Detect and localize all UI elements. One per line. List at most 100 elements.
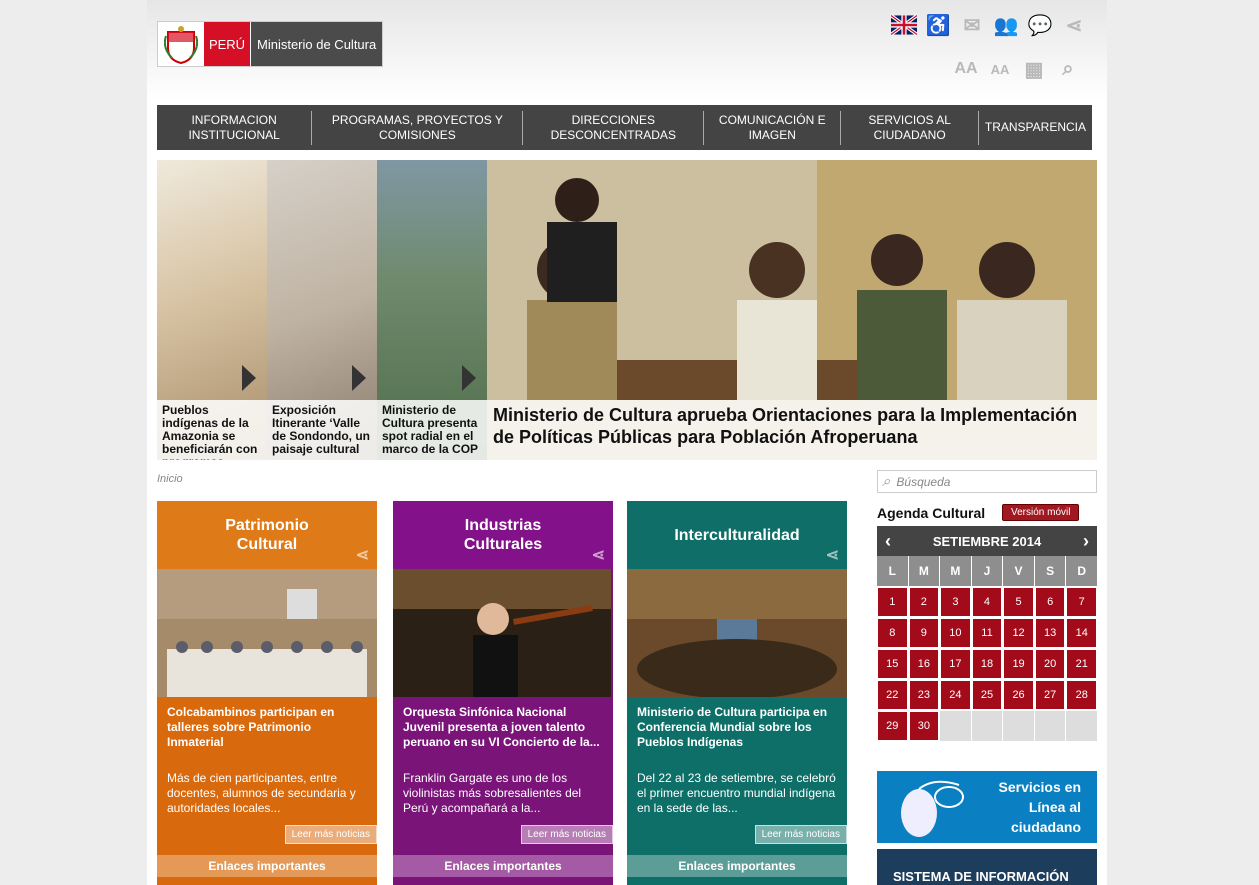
calendar-day[interactable]: 2 — [908, 587, 940, 617]
card-photo[interactable] — [157, 569, 377, 697]
nav-comunicacion[interactable]: COMUNICACIÓN E IMAGEN — [704, 110, 842, 145]
calendar-day[interactable]: 16 — [908, 649, 940, 679]
calendar-day[interactable]: 5 — [1003, 587, 1034, 617]
arrow-right-icon — [462, 365, 476, 391]
calendar-day[interactable]: 3 — [940, 587, 971, 617]
slider-thumb[interactable]: Exposición Itinerante ‘Valle de Sondondo… — [267, 160, 377, 460]
mobile-version-button[interactable]: Versión móvil — [1002, 504, 1080, 521]
font-increase-icon[interactable]: AA — [953, 56, 979, 82]
card-news-title[interactable]: Ministerio de Cultura participa en Confe… — [627, 697, 847, 771]
card-photo[interactable] — [393, 569, 613, 697]
card-photo[interactable] — [627, 569, 847, 697]
card-industrias: Industrias Culturales ⋖ Orquesta Sinfónic… — [393, 501, 613, 885]
read-more-button[interactable]: Leer más noticias — [284, 825, 377, 844]
share-icon[interactable]: ⋖ — [1061, 12, 1087, 38]
calendar-day[interactable]: 1 — [877, 587, 908, 617]
slider-thumb[interactable]: Pueblos indígenas de la Amazonia se bene… — [157, 160, 267, 460]
calendar-day[interactable]: 22 — [877, 680, 908, 710]
calendar-day[interactable]: 27 — [1034, 680, 1066, 710]
mouse-icon — [901, 780, 964, 837]
card-news-title[interactable]: Colcabambinos participan en talleres sob… — [157, 697, 377, 771]
calendar-day[interactable]: 23 — [908, 680, 940, 710]
card-interculturalidad: Interculturalidad ⋖ Ministerio de Cultura… — [627, 501, 847, 885]
card-heading[interactable]: Patrimonio Cultural — [197, 516, 337, 554]
accessibility-icon[interactable]: ♿ — [925, 12, 951, 38]
sitemap-icon[interactable]: ▦ — [1021, 56, 1047, 82]
calendar-day[interactable]: 19 — [1003, 649, 1034, 679]
share-icon[interactable]: ⋖ — [592, 546, 605, 565]
chat-icon[interactable]: 💬 — [1027, 12, 1053, 38]
sistema-banner-label: SISTEMA DE INFORMACIÓN — [893, 869, 1069, 884]
weekday-label: M — [940, 556, 971, 586]
card-news-title[interactable]: Orquesta Sinfónica Nacional Juvenil pres… — [393, 697, 613, 771]
calendar-day[interactable]: 25 — [971, 680, 1003, 710]
search-input[interactable]: ⌕ Búsqueda — [877, 470, 1097, 493]
calendar-day[interactable]: 11 — [971, 618, 1003, 648]
weekday-label: S — [1034, 556, 1066, 586]
calendar-day[interactable]: 18 — [971, 649, 1003, 679]
calendar-day[interactable]: 30 — [908, 711, 940, 741]
weekday-label: V — [1003, 556, 1034, 586]
nav-programas[interactable]: PROGRAMAS, PROYECTOS Y COMISIONES — [312, 110, 524, 145]
weekday-label: M — [908, 556, 940, 586]
top-tools: ♿ ✉ 👥 💬 ⋖ — [891, 12, 1087, 38]
uk-flag-icon[interactable] — [891, 12, 917, 38]
prev-month-icon[interactable]: ‹ — [885, 531, 891, 552]
zoom-icon[interactable]: ⌕ — [1055, 56, 1081, 82]
calendar-day[interactable]: 8 — [877, 618, 908, 648]
calendar-day[interactable]: 26 — [1003, 680, 1034, 710]
important-links[interactable]: Enlaces importantes — [627, 855, 847, 877]
calendar-day[interactable]: 10 — [940, 618, 971, 648]
site-logo[interactable]: PERÚ Ministerio de Cultura — [157, 21, 384, 68]
sistema-banner[interactable]: SISTEMA DE INFORMACIÓN — [877, 849, 1097, 885]
nav-servicios[interactable]: SERVICIOS AL CIUDADANO — [841, 110, 979, 145]
read-more-button[interactable]: Leer más noticias — [754, 825, 847, 844]
calendar-day[interactable]: 14 — [1066, 618, 1097, 648]
arrow-right-icon — [352, 365, 366, 391]
card-patrimonio: Patrimonio Cultural ⋖ Colcabambinos parti… — [157, 501, 377, 885]
read-more-button[interactable]: Leer más noticias — [520, 825, 613, 844]
weekday-label: D — [1066, 556, 1097, 586]
slider-main[interactable]: Ministerio de Cultura aprueba Orientacio… — [487, 160, 1097, 460]
card-news-desc: Más de cien participantes, entre docente… — [167, 771, 356, 815]
arrow-right-icon — [242, 365, 256, 391]
calendar: ‹ SETIEMBRE 2014 › L M M J V S D 1234567… — [877, 526, 1097, 741]
calendar-day[interactable]: 4 — [971, 587, 1003, 617]
calendar-day[interactable]: 24 — [940, 680, 971, 710]
calendar-day[interactable]: 13 — [1034, 618, 1066, 648]
calendar-day[interactable]: 9 — [908, 618, 940, 648]
important-links[interactable]: Enlaces importantes — [393, 855, 613, 877]
important-links[interactable]: Enlaces importantes — [157, 855, 377, 877]
nav-direcciones[interactable]: DIRECCIONES DESCONCENTRADAS — [523, 110, 705, 145]
calendar-day[interactable]: 12 — [1003, 618, 1034, 648]
calendar-empty — [1066, 711, 1097, 741]
next-month-icon[interactable]: › — [1083, 531, 1089, 552]
card-heading[interactable]: Interculturalidad — [674, 526, 799, 545]
card-news-desc: Franklin Gargate es uno de los violinist… — [403, 771, 582, 815]
nav-informacion[interactable]: INFORMACION INSTITUCIONAL — [157, 110, 313, 145]
calendar-empty — [1003, 711, 1034, 741]
share-icon[interactable]: ⋖ — [356, 546, 369, 565]
font-decrease-icon[interactable]: AA — [987, 56, 1013, 82]
coat-of-arms-icon — [158, 22, 204, 68]
slider-thumb-caption: Pueblos indígenas de la Amazonia se bene… — [157, 400, 267, 460]
servicios-banner[interactable]: Servicios en Línea al ciudadano — [877, 771, 1097, 843]
mail-icon[interactable]: ✉ — [959, 12, 985, 38]
servicios-banner-label: Servicios en Línea al ciudadano — [998, 779, 1082, 835]
calendar-day[interactable]: 21 — [1066, 649, 1097, 679]
card-heading[interactable]: Industrias Culturales — [433, 516, 573, 554]
people-icon[interactable]: 👥 — [993, 12, 1019, 38]
slider-thumb[interactable]: Ministerio de Cultura presenta spot radi… — [377, 160, 487, 460]
calendar-day[interactable]: 6 — [1034, 587, 1066, 617]
calendar-day[interactable]: 20 — [1034, 649, 1066, 679]
search-placeholder: Búsqueda — [896, 474, 951, 489]
nav-transparencia[interactable]: TRANSPARENCIA — [979, 111, 1092, 145]
share-icon[interactable]: ⋖ — [826, 546, 839, 565]
calendar-day[interactable]: 28 — [1066, 680, 1097, 710]
header: PERÚ Ministerio de Cultura ♿ ✉ 👥 💬 ⋖ AA … — [147, 0, 1107, 100]
calendar-day[interactable]: 29 — [877, 711, 908, 741]
calendar-day[interactable]: 7 — [1066, 587, 1097, 617]
calendar-day[interactable]: 17 — [940, 649, 971, 679]
breadcrumb[interactable]: Inicio — [157, 473, 183, 485]
calendar-day[interactable]: 15 — [877, 649, 908, 679]
